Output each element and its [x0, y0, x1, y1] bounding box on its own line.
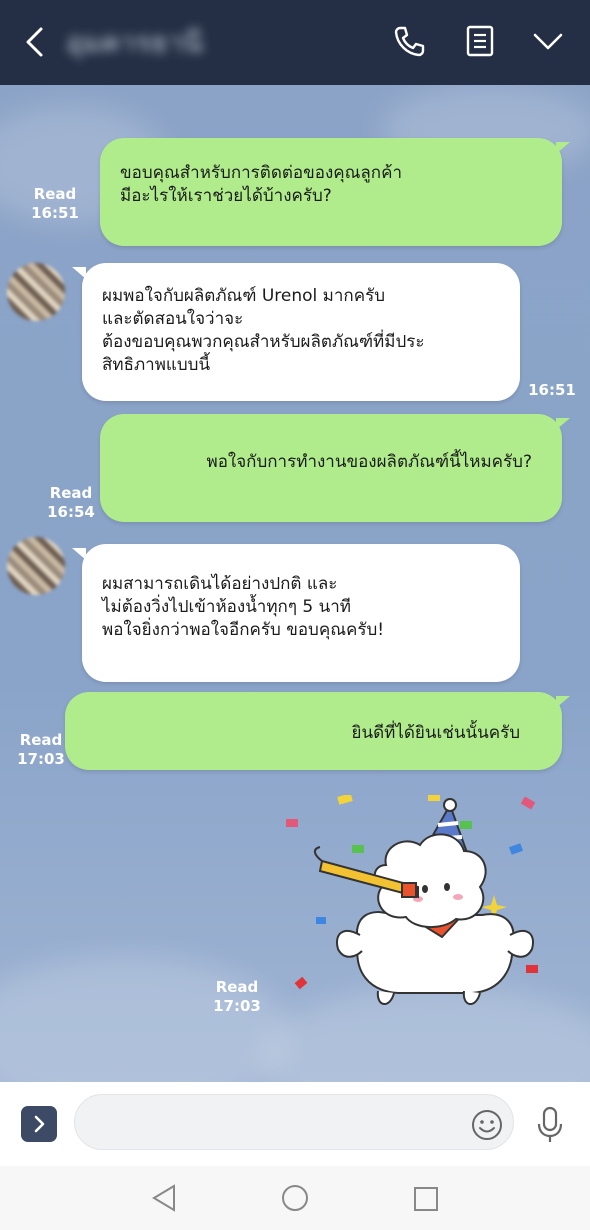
bubble-tail — [556, 418, 570, 430]
horn-curl — [314, 846, 323, 862]
sheep-foot — [376, 990, 395, 1005]
sheep-foot — [462, 990, 481, 1005]
chat-header: อุมคารธานี — [0, 0, 590, 85]
read-status: Read — [19, 731, 63, 749]
message-time: 17:03 — [213, 997, 261, 1015]
confetti — [286, 819, 298, 827]
expand-button[interactable] — [21, 1106, 57, 1142]
confetti — [352, 845, 364, 853]
bubble-tail — [72, 548, 86, 560]
sheep-eye — [444, 883, 450, 891]
confetti — [508, 843, 524, 855]
nav-recents-icon[interactable] — [413, 1186, 439, 1212]
chat-area[interactable]: Read 16:51 ขอบคุณสำหรับการติดต่อของคุณลู… — [0, 85, 590, 1082]
message-text: ไม่ต้องวิ่งไปเข้าห้องน้ำทุกๆ 5 นาที — [102, 597, 351, 617]
nav-back-icon[interactable] — [150, 1184, 178, 1212]
message-text: พอใจยิ่งกว่าพอใจอีกครับ ขอบคุณครับ! — [102, 620, 385, 640]
bubble-tail — [72, 267, 86, 279]
smiley-icon[interactable] — [470, 1108, 504, 1142]
read-receipt: Read 16:54 — [42, 484, 100, 522]
bubble-tail — [556, 696, 570, 708]
system-navbar — [0, 1166, 590, 1230]
confetti — [316, 917, 326, 924]
message-time: 16:51 — [528, 381, 576, 399]
hat-pompom — [443, 798, 457, 812]
message-bubble-sent[interactable]: ขอบคุณสำหรับการติดต่อของคุณลูกค้า มีอะไร… — [100, 138, 562, 246]
message-text: สิทธิภาพแบบนี้ — [102, 355, 211, 375]
nav-home-icon[interactable] — [281, 1184, 309, 1212]
read-receipt: Read 17:03 — [12, 731, 70, 769]
phone-icon[interactable] — [392, 24, 426, 58]
party-sheep-sticker[interactable] — [282, 795, 542, 1025]
message-bubble-sent[interactable]: ยินดีที่ได้ยินเช่นนั้นครับ — [65, 692, 562, 770]
message-time: 16:54 — [47, 503, 95, 521]
message-text: ยินดีที่ได้ยินเช่นนั้นครับ — [351, 723, 520, 743]
confetti — [526, 965, 538, 973]
message-text: ต้องขอบคุณพวกคุณสำหรับผลิตภัณฑ์ที่มีประ — [102, 332, 425, 352]
sheep-arm — [336, 930, 363, 958]
message-input[interactable] — [74, 1094, 514, 1150]
message-composer — [0, 1082, 590, 1166]
sheep-arm — [507, 930, 534, 958]
microphone-icon[interactable] — [534, 1106, 566, 1144]
chevron-right-icon — [34, 1115, 45, 1133]
message-text: ผมสามารถเดินได้อย่างปกติ และ — [102, 574, 338, 594]
message-text: ผมพอใจกับผลิตภัณฑ์ Urenol มากครับ — [102, 286, 385, 306]
message-text: มีอะไรให้เราช่วยได้บ้างครับ? — [120, 186, 332, 206]
message-text: และตัดสอนใจว่าจะ — [102, 309, 244, 329]
message-time: 16:51 — [31, 204, 79, 222]
chevron-down-icon[interactable] — [531, 24, 565, 58]
sheep-blush — [453, 894, 463, 900]
horn-mouthpiece — [401, 882, 417, 898]
message-text: พอใจกับการทำงานของผลิตภัณฑ์นี้ไหมครับ? — [206, 452, 533, 472]
confetti — [337, 795, 353, 805]
bubble-tail — [556, 142, 570, 154]
message-time: 17:03 — [17, 750, 65, 768]
message-bubble-sent[interactable]: พอใจกับการทำงานของผลิตภัณฑ์นี้ไหมครับ? — [100, 414, 562, 522]
message-bubble-received[interactable]: ผมพอใจกับผลิตภัณฑ์ Urenol มากครับ และตัด… — [82, 263, 520, 401]
read-status: Read — [49, 484, 93, 502]
sheep-eye — [422, 885, 428, 893]
notes-icon[interactable] — [463, 24, 497, 58]
confetti — [460, 821, 472, 829]
read-status: Read — [215, 978, 259, 996]
contact-name[interactable]: อุมคารธานี — [66, 26, 246, 60]
confetti — [520, 796, 536, 810]
avatar[interactable] — [7, 263, 65, 321]
confetti — [294, 976, 308, 990]
read-receipt: Read 16:51 — [26, 185, 84, 223]
message-bubble-received[interactable]: ผมสามารถเดินได้อย่างปกติ และ ไม่ต้องวิ่ง… — [82, 544, 520, 682]
read-status: Read — [33, 185, 77, 203]
avatar[interactable] — [7, 537, 65, 595]
chevron-left-icon[interactable] — [18, 24, 54, 60]
confetti — [428, 795, 440, 801]
read-receipt: Read 17:03 — [208, 978, 266, 1016]
message-text: ขอบคุณสำหรับการติดต่อของคุณลูกค้า — [120, 163, 403, 183]
